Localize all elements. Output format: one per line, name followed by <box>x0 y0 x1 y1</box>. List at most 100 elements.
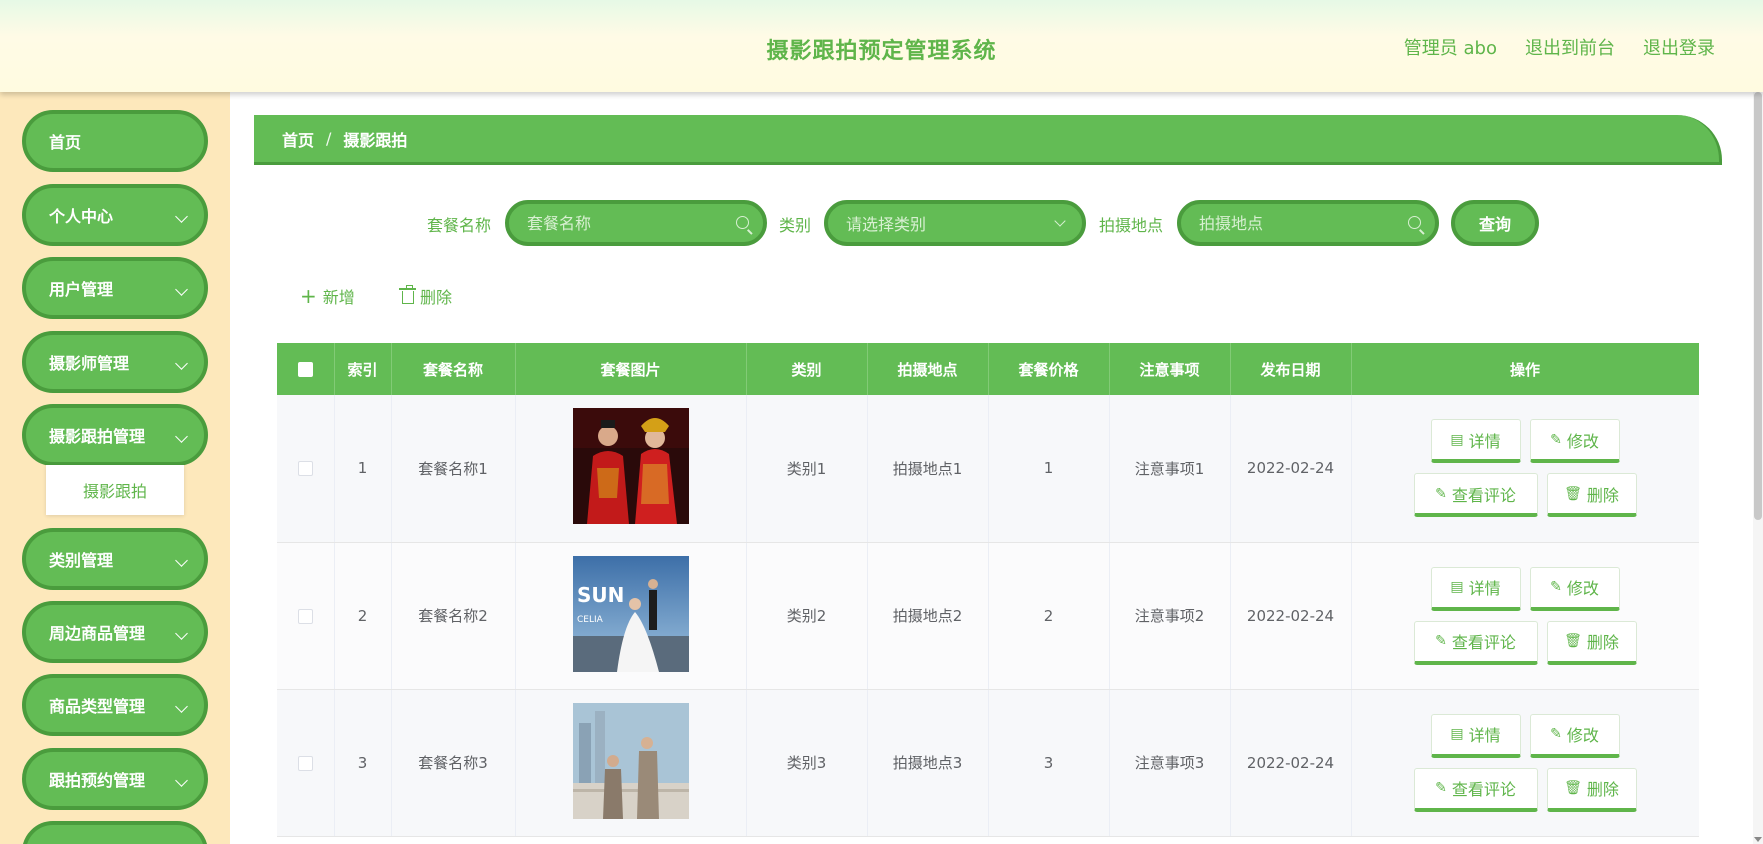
cell-name: 套餐名称2 <box>391 542 516 690</box>
column-header: 注意事项 <box>1109 343 1231 395</box>
scrollbar-thumb[interactable] <box>1754 92 1762 520</box>
edit-button-label: 修改 <box>1566 579 1599 598</box>
detail-button-label: 详情 <box>1468 431 1501 451</box>
chevron-down-icon <box>1054 215 1066 227</box>
document-icon: ▤ <box>1450 431 1464 448</box>
sidebar-item-label: 摄影跟拍管理 <box>49 427 146 446</box>
package-name-input-wrap <box>505 200 767 246</box>
row-delete-button-label: 删除 <box>1586 485 1619 505</box>
pencil-icon: ✎ <box>1435 780 1447 796</box>
package-name-input[interactable] <box>527 213 717 233</box>
package-image-seaside-wedding[interactable]: SUN CELIA <box>572 555 689 672</box>
detail-button[interactable]: ▤ 详情 <box>1430 713 1521 758</box>
table-row: 1 套餐名称1 类别1 拍摄地点1 1 注意事项1 2022-02-24 ▤ 详… <box>277 395 1699 543</box>
view-comments-button[interactable]: ✎ 查看评论 <box>1413 620 1538 665</box>
document-icon: ▤ <box>1450 579 1464 595</box>
delete-button[interactable]: 删除 <box>399 284 453 308</box>
category-label: 类别 <box>779 216 812 235</box>
cell-category: 类别1 <box>746 395 868 543</box>
category-select[interactable]: 请选择类别 <box>824 200 1086 246</box>
header-actions: 管理员 abo 退出到前台 退出登录 <box>1404 34 1715 60</box>
delete-button-label: 删除 <box>420 288 453 307</box>
view-comments-button[interactable]: ✎ 查看评论 <box>1413 473 1538 518</box>
row-delete-button-label: 删除 <box>1586 633 1619 652</box>
top-header: 摄影跟拍预定管理系统 管理员 abo 退出到前台 退出登录 <box>0 0 1763 92</box>
cell-category: 类别2 <box>746 542 868 690</box>
breadcrumb-separator: / <box>326 129 332 148</box>
edit-button[interactable]: ✎ 修改 <box>1529 419 1620 464</box>
cell-location: 拍摄地点3 <box>867 689 989 837</box>
column-header: 操作 <box>1351 343 1699 395</box>
edit-button[interactable]: ✎ 修改 <box>1529 713 1620 758</box>
sidebar-item-photo-shoot-management[interactable]: 摄影跟拍管理 <box>22 404 208 466</box>
row-checkbox[interactable] <box>297 755 313 771</box>
admin-user-label[interactable]: 管理员 abo <box>1404 34 1497 60</box>
cell-category: 类别3 <box>746 689 868 837</box>
breadcrumb-current: 摄影跟拍 <box>343 130 408 150</box>
pencil-icon: ✎ <box>1550 431 1562 448</box>
view-comments-button[interactable]: ✎ 查看评论 <box>1413 767 1538 812</box>
package-name-label: 套餐名称 <box>427 216 492 235</box>
select-all-cell <box>277 343 335 395</box>
sidebar-item-label: 个人中心 <box>49 207 114 226</box>
detail-button-label: 详情 <box>1468 726 1501 745</box>
row-delete-button[interactable]: 🗑 删除 <box>1546 620 1637 665</box>
document-icon: ▤ <box>1450 726 1464 742</box>
scroll-down-arrow-icon[interactable] <box>1754 837 1762 842</box>
category-select-placeholder: 请选择类别 <box>846 215 927 234</box>
table-row: 3 套餐名称3 类别3 拍摄地点3 3 注意事项3 2022-02-24 ▤ 详… <box>277 689 1699 837</box>
row-select-cell <box>277 395 335 543</box>
sidebar-item-product-type-management[interactable]: 商品类型管理 <box>22 674 208 736</box>
table-row: 2 套餐名称2 SUN CELIA 类别2 拍摄地点2 2 注意事项2 2022… <box>277 542 1699 690</box>
cell-date: 2022-02-24 <box>1230 542 1352 690</box>
trash-icon: 🗑 <box>1564 633 1582 649</box>
sidebar-item-category-management[interactable]: 类别管理 <box>22 528 208 590</box>
sidebar-item-personal-center[interactable]: 个人中心 <box>22 184 208 246</box>
sidebar-item-more[interactable] <box>22 821 208 844</box>
trash-icon <box>399 285 416 304</box>
row-checkbox[interactable] <box>297 608 313 624</box>
cell-location: 拍摄地点2 <box>867 542 989 690</box>
logout-link[interactable]: 退出登录 <box>1643 34 1715 60</box>
package-image-city-couple[interactable] <box>572 702 689 819</box>
sidebar-subitem-photo-shoot[interactable]: 摄影跟拍 <box>46 465 184 515</box>
row-delete-button[interactable]: 🗑 删除 <box>1546 767 1637 812</box>
cell-notes: 注意事项3 <box>1109 689 1231 837</box>
edit-button[interactable]: ✎ 修改 <box>1529 566 1620 611</box>
row-select-cell <box>277 689 335 837</box>
row-select-cell <box>277 542 335 690</box>
search-icon <box>1408 216 1421 229</box>
query-button[interactable]: 查询 <box>1451 200 1539 246</box>
row-checkbox[interactable] <box>297 461 313 477</box>
location-label: 拍摄地点 <box>1099 216 1164 235</box>
detail-button[interactable]: ▤ 详情 <box>1430 419 1521 464</box>
sidebar-item-label: 商品类型管理 <box>49 697 146 716</box>
sidebar-item-photographer-management[interactable]: 摄影师管理 <box>22 331 208 393</box>
sidebar-item-user-management[interactable]: 用户管理 <box>22 257 208 319</box>
svg-text:CELIA: CELIA <box>577 615 604 625</box>
data-table: 索引 套餐名称 套餐图片 类别 拍摄地点 套餐价格 注意事项 发布日期 操作 1… <box>277 343 1699 837</box>
chevron-down-icon <box>175 627 188 640</box>
edit-button-label: 修改 <box>1566 726 1599 745</box>
sidebar-item-home[interactable]: 首页 <box>22 110 208 172</box>
back-to-front-link[interactable]: 退出到前台 <box>1525 34 1615 60</box>
detail-button[interactable]: ▤ 详情 <box>1430 566 1521 611</box>
add-button-label: 新增 <box>322 288 355 307</box>
table-header-row: 索引 套餐名称 套餐图片 类别 拍摄地点 套餐价格 注意事项 发布日期 操作 <box>277 343 1699 395</box>
cell-image: SUN CELIA <box>515 542 747 690</box>
add-button[interactable]: + 新增 <box>300 284 355 308</box>
package-image-red-wedding[interactable] <box>572 408 689 525</box>
cell-price: 3 <box>988 689 1110 837</box>
row-delete-button[interactable]: 🗑 删除 <box>1546 473 1637 518</box>
sidebar-item-booking-management[interactable]: 跟拍预约管理 <box>22 748 208 810</box>
sidebar-item-label: 首页 <box>49 133 82 152</box>
breadcrumb-home[interactable]: 首页 <box>282 127 314 151</box>
column-header: 套餐价格 <box>988 343 1110 395</box>
column-header: 类别 <box>746 343 868 395</box>
cell-price: 2 <box>988 542 1110 690</box>
location-input[interactable] <box>1199 213 1389 233</box>
select-all-checkbox[interactable] <box>297 362 313 377</box>
sidebar-item-merchandise-management[interactable]: 周边商品管理 <box>22 601 208 663</box>
page-scrollbar[interactable] <box>1753 92 1763 844</box>
cell-image <box>515 395 747 543</box>
